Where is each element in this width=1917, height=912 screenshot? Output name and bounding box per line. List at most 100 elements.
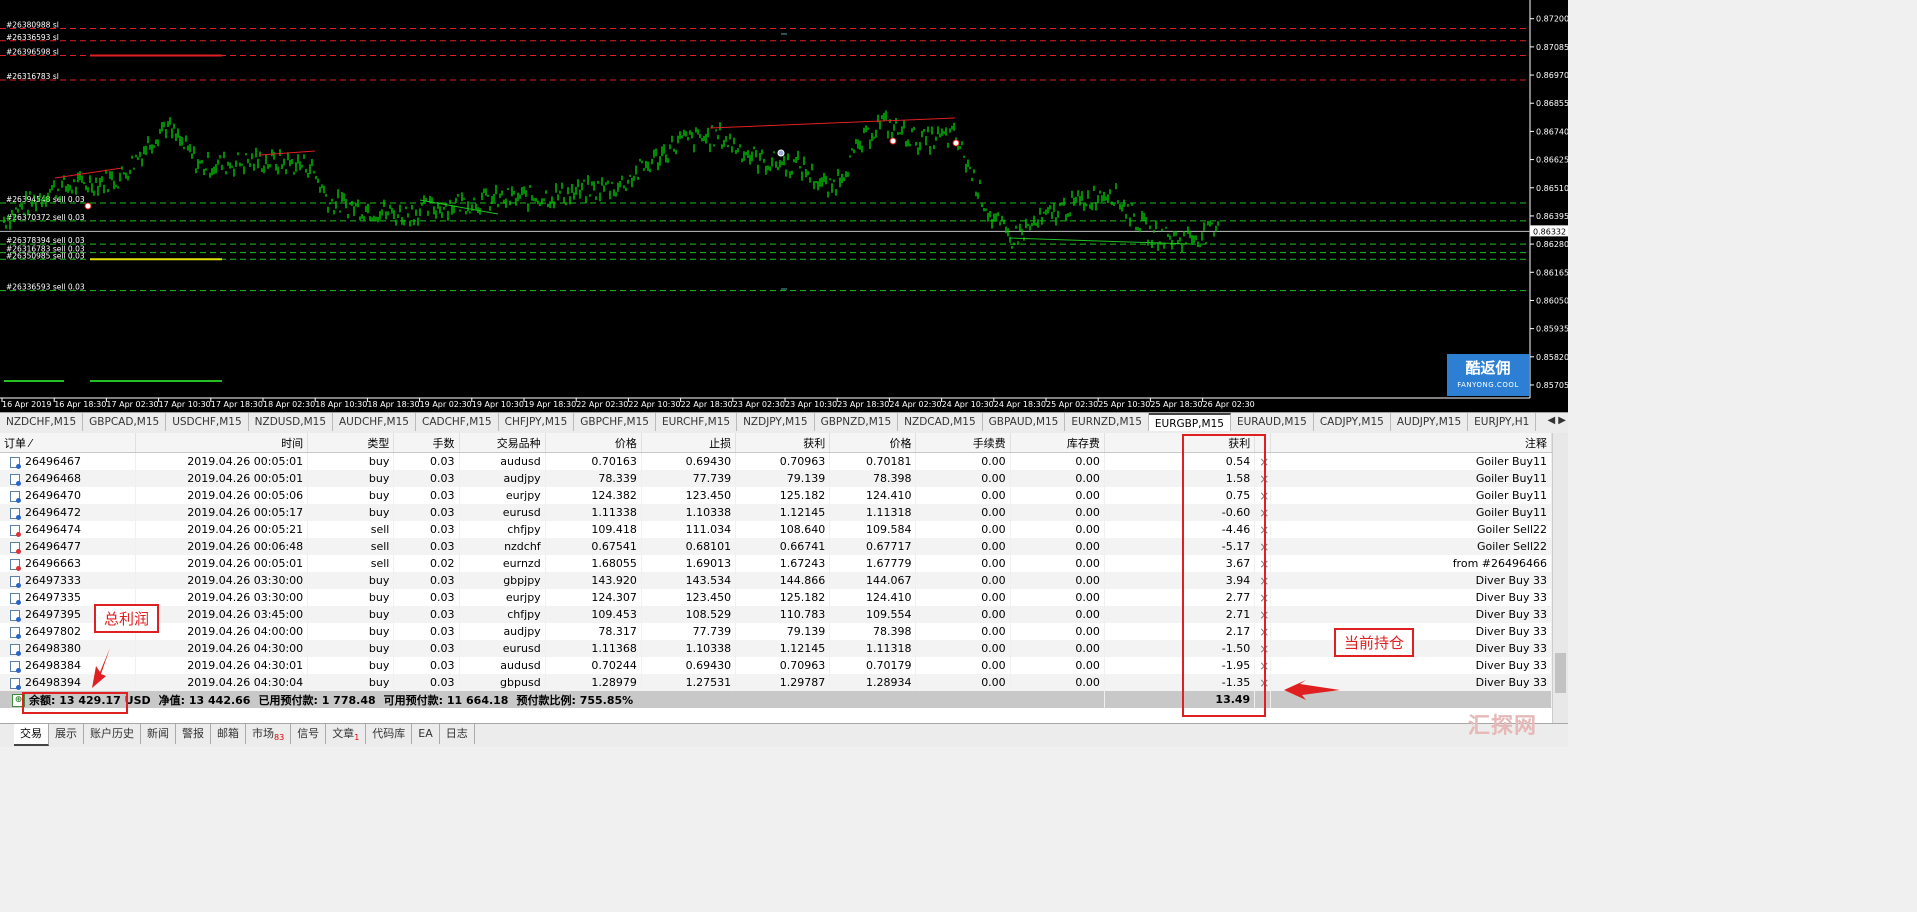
symbol-cell: chfjpy — [459, 521, 546, 538]
swap-cell: 0.00 — [1010, 640, 1105, 657]
swap-cell: 0.00 — [1010, 674, 1105, 691]
chart-tab-nzdjpy-m15[interactable]: NZDJPY,M15 — [737, 413, 815, 431]
order-cell: 26496663 — [0, 555, 136, 572]
tab-trade[interactable]: 交易 — [14, 724, 49, 746]
fanyong-logo: 酷返佣 FANYONG.COOL — [1447, 354, 1529, 396]
order-cell: 26498394 — [0, 674, 136, 691]
scrollbar-thumb[interactable] — [1555, 653, 1566, 693]
table-row[interactable]: 26496472 2019.04.26 00:05:17 buy 0.03 eurusd… — [0, 504, 1552, 521]
tab-journal[interactable]: 日志 — [440, 724, 475, 744]
current-price-cell: 124.410 — [829, 487, 917, 504]
chart-tab-cadjpy-m15[interactable]: CADJPY,M15 — [1314, 413, 1391, 431]
tab-exposure[interactable]: 展示 — [49, 724, 84, 744]
tab-account-history[interactable]: 账户历史 — [84, 724, 141, 744]
price-tick-label: 0.86970 — [1536, 71, 1568, 80]
chart-tab-cadchf-m15[interactable]: CADCHF,M15 — [416, 413, 499, 431]
tab-mailbox[interactable]: 邮箱 — [211, 724, 246, 744]
col-price[interactable]: 价格 — [545, 433, 642, 453]
table-scrollbar[interactable] — [1552, 433, 1568, 723]
time-cell: 2019.04.26 00:05:01 — [135, 470, 309, 487]
sell-order-icon — [10, 541, 21, 554]
price-chart[interactable]: 0.87200 0.87085 0.86970 0.86855 0.86740 0.866… — [0, 0, 1568, 412]
time-tick-label: 24 Apr 18:30 — [994, 400, 1046, 409]
commission-cell: 0.00 — [915, 504, 1011, 521]
tab-scroll-arrows[interactable]: ◀ ▶ — [1547, 415, 1566, 426]
chart-tab-nzdusd-m15[interactable]: NZDUSD,M15 — [249, 413, 333, 431]
table-row[interactable]: 26496663 2019.04.26 00:05:01 sell 0.02 eurnz… — [0, 555, 1552, 572]
equity-text: 净值: 13 442.66 — [158, 693, 251, 707]
tab-market[interactable]: 市场83 — [246, 724, 292, 744]
table-row[interactable]: 26498384 2019.04.26 04:30:01 buy 0.03 audusd… — [0, 657, 1552, 674]
chart-tab-audjpy-m15[interactable]: AUDJPY,M15 — [1391, 413, 1469, 431]
col-tp[interactable]: 获利 — [735, 433, 831, 453]
chart-tab-gbpcad-m15[interactable]: GBPCAD,M15 — [83, 413, 167, 431]
tab-articles[interactable]: 文章1 — [326, 724, 367, 744]
col-current-price[interactable]: 价格 — [829, 433, 917, 453]
order-cell: 26498380 — [0, 640, 136, 657]
col-order[interactable]: 订单 ⁄ — [0, 433, 136, 453]
col-lots[interactable]: 手数 — [393, 433, 460, 453]
chart-tab-gbpnzd-m15[interactable]: GBPNZD,M15 — [815, 413, 899, 431]
price-tick-label: 0.86740 — [1536, 127, 1568, 136]
tab-alerts[interactable]: 警报 — [176, 724, 211, 744]
commission-cell: 0.00 — [915, 657, 1011, 674]
chart-tab-usdchf-m15[interactable]: USDCHF,M15 — [166, 413, 249, 431]
chart-tab-audchf-m15[interactable]: AUDCHF,M15 — [333, 413, 416, 431]
current-price-cell: 124.410 — [829, 589, 917, 606]
type-cell: sell — [307, 521, 395, 538]
order-number: 26497395 — [25, 608, 81, 621]
table-row[interactable]: 26498380 2019.04.26 04:30:00 buy 0.03 eurusd… — [0, 640, 1552, 657]
chart-tab-euraud-m15[interactable]: EURAUD,M15 — [1231, 413, 1314, 431]
col-swap[interactable]: 库存费 — [1010, 433, 1105, 453]
current-positions-annotation: 当前持仓 — [1334, 628, 1415, 657]
col-symbol[interactable]: 交易品种 — [459, 433, 546, 453]
price-tick-label: 0.86395 — [1536, 212, 1568, 221]
table-row[interactable]: 26497395 2019.04.26 03:45:00 buy 0.03 chfjpy… — [0, 606, 1552, 623]
tab-signals[interactable]: 信号 — [291, 724, 327, 744]
chart-tab-gbpchf-m15[interactable]: GBPCHF,M15 — [574, 413, 656, 431]
buy-order-icon — [10, 575, 21, 588]
table-row[interactable]: 26496477 2019.04.26 00:06:48 sell 0.03 nzdch… — [0, 538, 1552, 555]
chart-tab-chfjpy-m15[interactable]: CHFJPY,M15 — [499, 413, 575, 431]
take-profit-cell: 144.866 — [735, 572, 831, 589]
type-cell: buy — [307, 657, 395, 674]
chart-tab-eurchf-m15[interactable]: EURCHF,M15 — [656, 413, 738, 431]
table-row[interactable]: 26496468 2019.04.26 00:05:01 buy 0.03 audjpy… — [0, 470, 1552, 487]
chart-tab-eurjpy-h1[interactable]: EURJPY,H1 — [1468, 413, 1537, 431]
lots-cell: 0.03 — [393, 674, 460, 691]
trade-marker — [84, 202, 92, 210]
table-row[interactable]: 26496467 2019.04.26 00:05:01 buy 0.03 audusd… — [0, 452, 1552, 470]
order-number: 26496472 — [25, 506, 81, 519]
chart-tab-eurgbp-m15[interactable]: EURGBP,M15 — [1148, 413, 1231, 431]
table-row[interactable]: 26498394 2019.04.26 04:30:04 buy 0.03 gbpusd… — [0, 674, 1552, 691]
chart-tab-eurnzd-m15[interactable]: EURNZD,M15 — [1065, 413, 1149, 431]
col-comment[interactable]: 注释 — [1270, 433, 1552, 453]
order-number: 26497802 — [25, 625, 81, 638]
price-tick-label: 0.85935 — [1536, 325, 1568, 334]
time-cell: 2019.04.26 00:05:06 — [135, 487, 309, 504]
col-time[interactable]: 时间 — [135, 433, 309, 453]
table-row[interactable]: 26497335 2019.04.26 03:30:00 buy 0.03 eurjpy… — [0, 589, 1552, 606]
chart-tab-nzdcad-m15[interactable]: NZDCAD,M15 — [898, 413, 983, 431]
tab-code-base[interactable]: 代码库 — [366, 724, 413, 744]
tab-news[interactable]: 新闻 — [141, 724, 176, 744]
comment-cell: Goiler Sell22 — [1270, 521, 1552, 538]
table-row[interactable]: 26497802 2019.04.26 04:00:00 buy 0.03 audjpy… — [0, 623, 1552, 640]
chart-canvas[interactable]: 0.87200 0.87085 0.86970 0.86855 0.86740 0.866… — [0, 0, 1568, 412]
col-commission[interactable]: 手续费 — [915, 433, 1011, 453]
chart-tab-nzdchf-m15[interactable]: NZDCHF,M15 — [0, 413, 84, 431]
col-type[interactable]: 类型 — [307, 433, 395, 453]
open-price-cell: 0.67541 — [545, 538, 642, 555]
order-label: #26316783 sl — [6, 72, 59, 81]
chart-tab-gbpaud-m15[interactable]: GBPAUD,M15 — [983, 413, 1066, 431]
commission-cell: 0.00 — [915, 572, 1011, 589]
buy-order-icon — [10, 609, 21, 622]
col-sl[interactable]: 止损 — [641, 433, 737, 453]
stop-loss-cell: 143.534 — [641, 572, 737, 589]
table-row[interactable]: 26497333 2019.04.26 03:30:00 buy 0.03 gbpjpy… — [0, 572, 1552, 589]
table-row[interactable]: 26496474 2019.04.26 00:05:21 sell 0.03 chfjp… — [0, 521, 1552, 538]
tab-badge: 83 — [274, 733, 285, 743]
tab-experts[interactable]: EA — [412, 724, 440, 744]
take-profit-cell: 125.182 — [735, 589, 831, 606]
table-row[interactable]: 26496470 2019.04.26 00:05:06 buy 0.03 eurjpy… — [0, 487, 1552, 504]
